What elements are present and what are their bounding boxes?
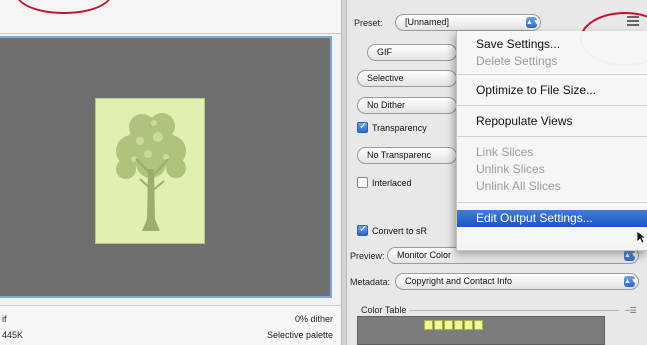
preview-status-bar: if 445K 0% dither Selective palette	[0, 305, 341, 345]
color-swatch[interactable]	[424, 320, 433, 330]
menu-separator	[457, 74, 647, 75]
menu-separator	[457, 202, 647, 203]
menu-separator	[457, 105, 647, 106]
preview-label: Preview:	[350, 251, 385, 261]
status-file-size: 445K	[2, 330, 24, 340]
status-format: if	[2, 314, 7, 324]
transparency-checkbox[interactable]: Transparency	[357, 121, 427, 133]
dither-value: No Dither	[367, 100, 406, 110]
color-reduction-value: Selective	[367, 73, 404, 83]
preview-canvas[interactable]	[0, 36, 332, 298]
dropdown-arrow-icon: ▲▼	[526, 17, 540, 28]
menu-item-unlink-all-slices: Unlink All Slices	[476, 179, 561, 193]
metadata-label: Metadata:	[350, 277, 391, 287]
color-swatch[interactable]	[444, 320, 453, 330]
preview-value: Monitor Color	[397, 250, 452, 260]
tree-illustration	[116, 113, 186, 231]
menu-item-link-slices: Link Slices	[476, 145, 534, 159]
checkbox-unchecked-icon	[357, 177, 368, 188]
dropdown-arrow-icon: ▲▼	[624, 250, 638, 261]
file-format-dropdown[interactable]: GIF	[367, 44, 457, 61]
convert-srgb-label: Convert to sR	[372, 226, 428, 236]
menu-item-save-settings[interactable]: Save Settings...	[457, 36, 647, 53]
preview-panel: if 445K 0% dither Selective palette	[0, 0, 341, 345]
color-table-label: Color Table	[361, 305, 407, 315]
menu-item-optimize-to-file-size[interactable]: Optimize to File Size...	[457, 82, 647, 99]
mouse-cursor-icon	[636, 230, 647, 244]
metadata-dropdown[interactable]: Copyright and Contact Info ▲▼	[395, 273, 639, 290]
preset-label: Preset:	[354, 18, 383, 28]
transparency-dither-value: No Transparenc	[367, 150, 432, 160]
checkbox-checked-icon	[357, 224, 368, 236]
color-swatch[interactable]	[474, 320, 483, 330]
optimize-flyout-menu: Save Settings... Delete Settings Optimiz…	[456, 31, 647, 251]
checkbox-checked-icon	[357, 121, 368, 133]
menu-item-delete-settings: Delete Settings	[476, 54, 558, 68]
color-swatch[interactable]	[464, 320, 473, 330]
color-swatch[interactable]	[434, 320, 443, 330]
preset-value: [Unnamed]	[405, 17, 450, 27]
dither-dropdown[interactable]: No Dither	[357, 97, 457, 114]
convert-srgb-checkbox[interactable]: Convert to sR	[357, 224, 428, 236]
transparency-dither-dropdown[interactable]: No Transparenc	[357, 147, 457, 164]
preset-dropdown[interactable]: [Unnamed] ▲▼	[395, 14, 541, 31]
section-divider	[409, 310, 619, 311]
transparency-label: Transparency	[372, 123, 427, 133]
dropdown-arrow-icon: ▲▼	[624, 276, 638, 287]
preview-image-tree	[95, 98, 205, 244]
file-format-value: GIF	[377, 47, 392, 57]
status-palette: Selective palette	[266, 330, 333, 340]
color-swatch[interactable]	[454, 320, 463, 330]
menu-item-repopulate-views[interactable]: Repopulate Views	[457, 113, 647, 130]
interlaced-checkbox[interactable]: Interlaced	[357, 177, 412, 188]
color-table-menu-icon[interactable]: −☰	[625, 306, 637, 315]
status-dither: 0% dither	[294, 314, 333, 324]
menu-item-edit-output-settings[interactable]: Edit Output Settings...	[457, 210, 647, 227]
color-reduction-dropdown[interactable]: Selective	[357, 70, 457, 87]
menu-separator	[457, 136, 647, 137]
interlaced-label: Interlaced	[372, 178, 412, 188]
metadata-value: Copyright and Contact Info	[405, 276, 513, 286]
menu-item-unlink-slices: Unlink Slices	[476, 162, 545, 176]
color-table[interactable]	[357, 316, 605, 345]
